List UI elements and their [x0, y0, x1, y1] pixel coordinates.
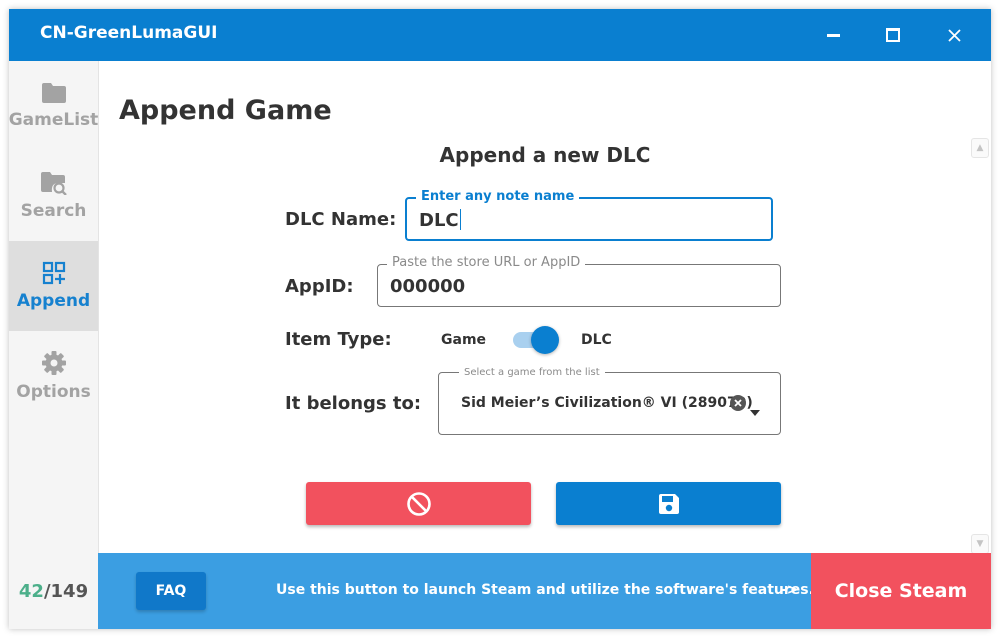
sidebar-item-append[interactable]: Append	[9, 241, 98, 331]
folder-search-icon	[40, 172, 67, 195]
sidebar: GameList Search Append Options	[9, 61, 99, 553]
appid-label: AppID:	[285, 276, 354, 297]
footer-message: Use this button to launch Steam and util…	[276, 582, 814, 598]
maximize-button[interactable]	[864, 9, 922, 61]
appid-legend: Paste the store URL or AppID	[387, 255, 586, 271]
sidebar-item-label: GameList	[9, 110, 99, 130]
close-button[interactable]	[925, 9, 983, 61]
toggle-thumb	[531, 326, 559, 354]
cancel-icon	[406, 491, 431, 516]
page-title: Append Game	[119, 95, 332, 126]
sidebar-item-label: Options	[16, 382, 91, 402]
item-type-option-game[interactable]: Game	[441, 332, 486, 348]
scroll-up-button[interactable]: ▲	[971, 138, 989, 158]
text-caret	[459, 209, 461, 230]
appid-value: 000000	[390, 276, 466, 297]
close-steam-button[interactable]: Close Steam	[811, 553, 991, 629]
folder-icon	[41, 83, 66, 103]
dropdown-toggle[interactable]	[750, 401, 760, 420]
game-select-value: Sid Meier’s Civilization® VI (289070)	[461, 395, 753, 411]
sidebar-item-search[interactable]: Search	[9, 151, 98, 241]
section-title: Append a new DLC	[439, 143, 651, 167]
faq-button[interactable]: FAQ	[136, 572, 206, 610]
minimize-button[interactable]	[804, 9, 862, 61]
item-type-option-dlc[interactable]: DLC	[581, 332, 612, 348]
scroll-down-button[interactable]: ▼	[971, 534, 989, 554]
title-bar[interactable]: CN-GreenLumaGUI	[9, 9, 991, 61]
maximize-icon	[886, 28, 900, 42]
app-window: CN-GreenLumaGUI GameList Search Append O…	[9, 9, 991, 629]
sidebar-item-label: Append	[16, 291, 91, 311]
sidebar-item-gamelist[interactable]: GameList	[9, 61, 98, 151]
sidebar-item-label: Search	[20, 201, 87, 221]
dlc-name-label: DLC Name:	[285, 209, 397, 230]
footer-bar: FAQ Use this button to launch Steam and …	[98, 553, 814, 629]
chevron-down-icon	[750, 410, 760, 416]
save-button[interactable]	[556, 482, 781, 525]
gear-icon	[41, 351, 66, 375]
cancel-button[interactable]	[306, 482, 531, 525]
window-title: CN-GreenLumaGUI	[40, 23, 218, 43]
clear-circle-icon	[730, 395, 746, 411]
floppy-disk-icon	[658, 493, 679, 514]
close-icon	[947, 28, 961, 42]
belongs-to-label: It belongs to:	[285, 393, 422, 414]
item-type-label: Item Type:	[285, 329, 392, 350]
footer-arrow: ->	[781, 582, 799, 598]
count-separator: /	[43, 580, 51, 602]
dlc-name-value: DLC	[419, 210, 459, 231]
grid-plus-icon	[42, 261, 65, 285]
count-total: 149	[50, 580, 89, 602]
clear-selection-button[interactable]	[730, 395, 746, 411]
game-select-legend: Select a game from the list	[459, 366, 605, 379]
count-current: 42	[18, 580, 44, 602]
main-content: Append Game Append a new DLC ▲ ▼ DLC Nam…	[99, 61, 991, 554]
dlc-name-field[interactable]: Enter any note name DLC	[405, 189, 773, 241]
dlc-name-legend: Enter any note name	[416, 189, 580, 205]
appid-field[interactable]: Paste the store URL or AppID 000000	[377, 255, 781, 307]
minimize-icon	[826, 33, 840, 37]
game-count: 42/149	[9, 553, 98, 629]
game-select[interactable]: Select a game from the list Sid Meier’s …	[438, 366, 781, 435]
sidebar-item-options[interactable]: Options	[9, 331, 98, 421]
item-type-toggle[interactable]	[510, 326, 562, 354]
